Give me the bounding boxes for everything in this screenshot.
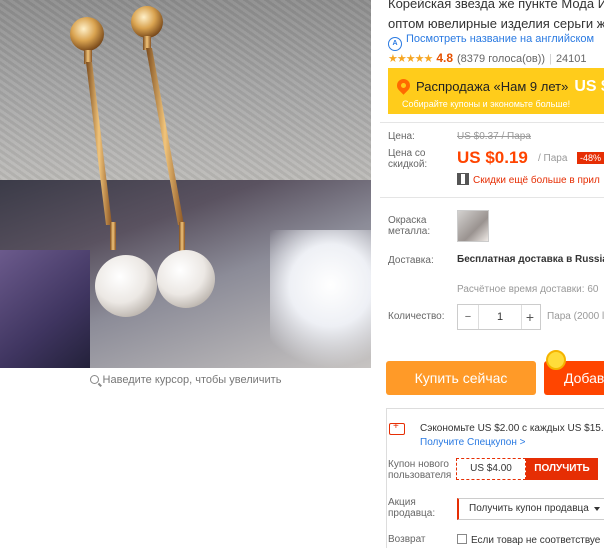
translate-link[interactable]: A Посмотреть название на английском — [388, 33, 594, 51]
delivery-time: Расчётное время доставки: 60 — [457, 284, 599, 295]
new-user-coupon-label: Купон нового пользователя — [388, 459, 452, 481]
earrings-illustration — [70, 6, 215, 317]
votes-link[interactable]: (8379 голоса(ов)) — [457, 53, 545, 65]
return-label: Возврат — [388, 534, 426, 545]
shipping-selector[interactable]: Бесплатная доставка в Russia — [457, 254, 604, 265]
orders-count: 24101 — [555, 53, 587, 65]
chevron-down-icon — [594, 507, 600, 511]
shield-icon — [457, 534, 467, 544]
quantity-input[interactable]: 1 — [478, 305, 522, 329]
right-pearl — [157, 250, 215, 308]
return-policy: Если товар не соответствуе — [457, 534, 600, 546]
metal-color-label: Окраска металла: — [388, 215, 431, 237]
product-info: Корейская звезда же пункте Мода Им оптом… — [380, 0, 604, 548]
price-unit: / Пара — [538, 153, 568, 164]
shipping-label: Доставка: — [388, 255, 434, 266]
old-price: US $0.37 / Пара — [457, 131, 531, 142]
sale-banner[interactable]: Распродажа «Нам 9 лет»US $ Собирайте куп… — [388, 68, 604, 114]
save-text: Сэкономьте US $2.00 с каждых US $15. — [420, 423, 604, 434]
quantity-decrease-button[interactable]: − — [458, 305, 478, 329]
divider — [380, 197, 604, 198]
discount-badge: -48% — [577, 152, 604, 164]
new-user-coupon-amount: US $4.00 — [456, 458, 526, 480]
seller-promo-label: Акция продавца: — [388, 497, 436, 519]
sale-subtitle: Собирайте купоны и экономьте больше! — [402, 99, 571, 109]
sale-price: US $0.19 — [457, 148, 528, 167]
quantity-stepper: − 1 + — [457, 304, 541, 330]
divider — [380, 122, 604, 123]
zoom-hint: Наведите курсор, чтобы увеличить — [0, 368, 371, 392]
translate-icon: A — [388, 37, 402, 51]
quantity-label: Количество: — [388, 311, 445, 322]
left-pearl — [95, 255, 157, 317]
special-coupon-link[interactable]: Получите Спецкупон > — [420, 437, 526, 448]
rating-row: ★★★★★ 4.8 (8379 голоса(ов)) | 24101 — [388, 51, 587, 65]
quantity-increase-button[interactable]: + — [520, 305, 540, 329]
qr-code-icon — [457, 173, 469, 185]
quantity-unit: Пара (2000 l — [547, 311, 604, 322]
coin-icon — [546, 350, 566, 370]
app-deal-link[interactable]: Скидки ещё больше в прил — [457, 173, 600, 186]
get-coupon-button[interactable]: ПОЛУЧИТЬ — [526, 458, 598, 480]
left-stud — [70, 17, 104, 51]
coupon-icon — [389, 421, 405, 435]
location-pin-icon — [394, 76, 413, 95]
search-icon — [89, 375, 99, 384]
metal-color-option[interactable] — [457, 210, 489, 242]
star-rating-icon: ★★★★★ — [388, 53, 433, 65]
product-title: Корейская звезда же пункте Мода Им оптом… — [388, 0, 604, 31]
seller-coupon-select[interactable]: Получить купон продавца — [457, 498, 604, 520]
discount-price-label: Цена со скидкой: — [388, 148, 428, 170]
price-label: Цена: — [388, 131, 415, 142]
right-stud — [131, 6, 163, 38]
buy-now-button[interactable]: Купить сейчас — [386, 361, 536, 395]
product-image[interactable] — [0, 0, 371, 368]
sale-title: Распродажа «Нам 9 лет»US $ — [416, 78, 604, 95]
